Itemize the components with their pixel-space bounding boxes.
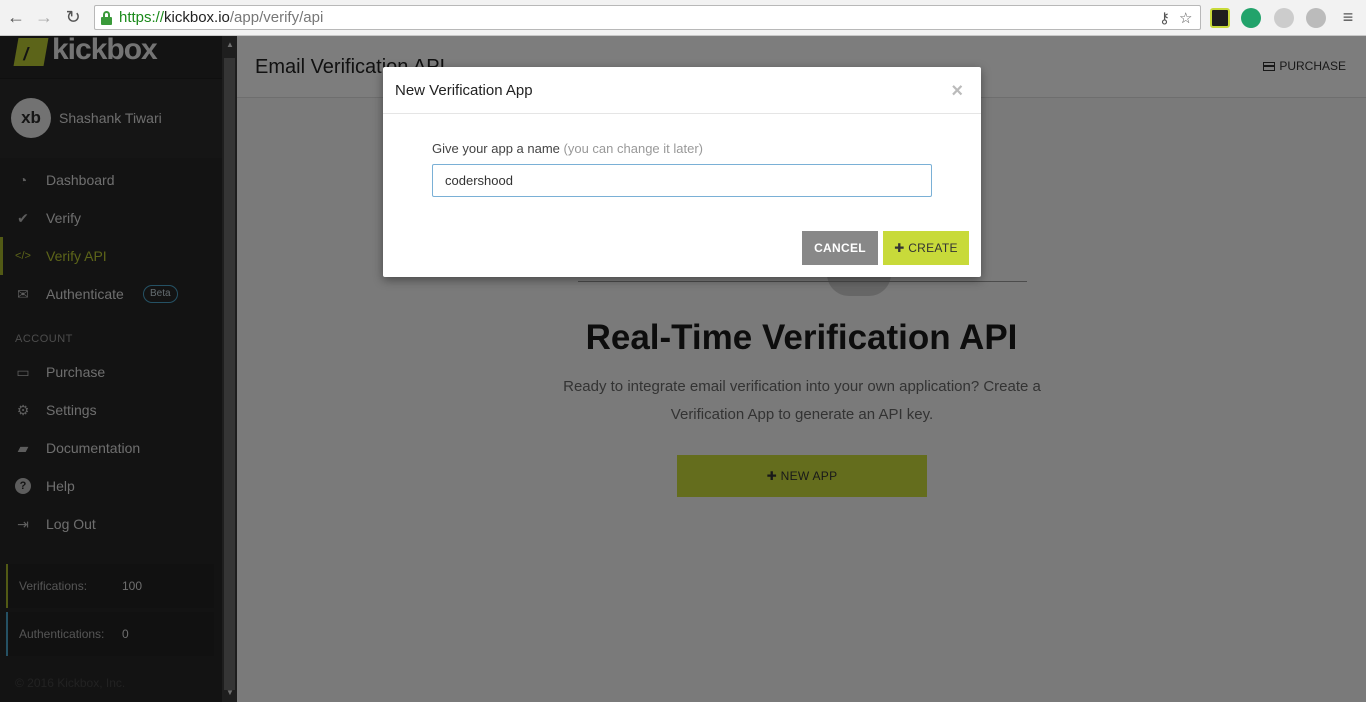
key-icon[interactable]: ⚷	[1159, 9, 1170, 27]
create-button[interactable]: ✚ CREATE	[883, 231, 969, 265]
extension-circle-icon[interactable]	[1274, 8, 1294, 28]
browser-toolbar: ← → ↻ https://kickbox.io/app/verify/api …	[0, 0, 1366, 36]
modal-divider	[383, 113, 981, 114]
modal-title: New Verification App	[395, 82, 533, 99]
app-name-label: Give your app a name (you can change it …	[432, 141, 703, 156]
new-app-modal: New Verification App × Give your app a n…	[383, 67, 981, 277]
extension-grammarly-icon[interactable]	[1241, 8, 1261, 28]
extension-kickbox-icon[interactable]	[1210, 8, 1230, 28]
app-name-input[interactable]	[432, 164, 932, 197]
star-icon[interactable]: ☆	[1179, 9, 1192, 27]
menu-icon[interactable]: ≡	[1338, 7, 1358, 27]
extension-globe-icon[interactable]	[1306, 8, 1326, 28]
lock-icon	[101, 11, 112, 25]
close-icon[interactable]: ×	[951, 80, 963, 103]
reload-icon[interactable]: ↻	[63, 7, 83, 27]
app-name-hint: (you can change it later)	[563, 141, 703, 156]
back-icon[interactable]: ←	[6, 7, 26, 27]
address-bar[interactable]: https://kickbox.io/app/verify/api ⚷ ☆	[94, 5, 1201, 30]
url-text[interactable]: https://kickbox.io/app/verify/api	[119, 9, 323, 26]
forward-icon[interactable]: →	[34, 7, 54, 27]
cancel-button[interactable]: CANCEL	[802, 231, 878, 265]
